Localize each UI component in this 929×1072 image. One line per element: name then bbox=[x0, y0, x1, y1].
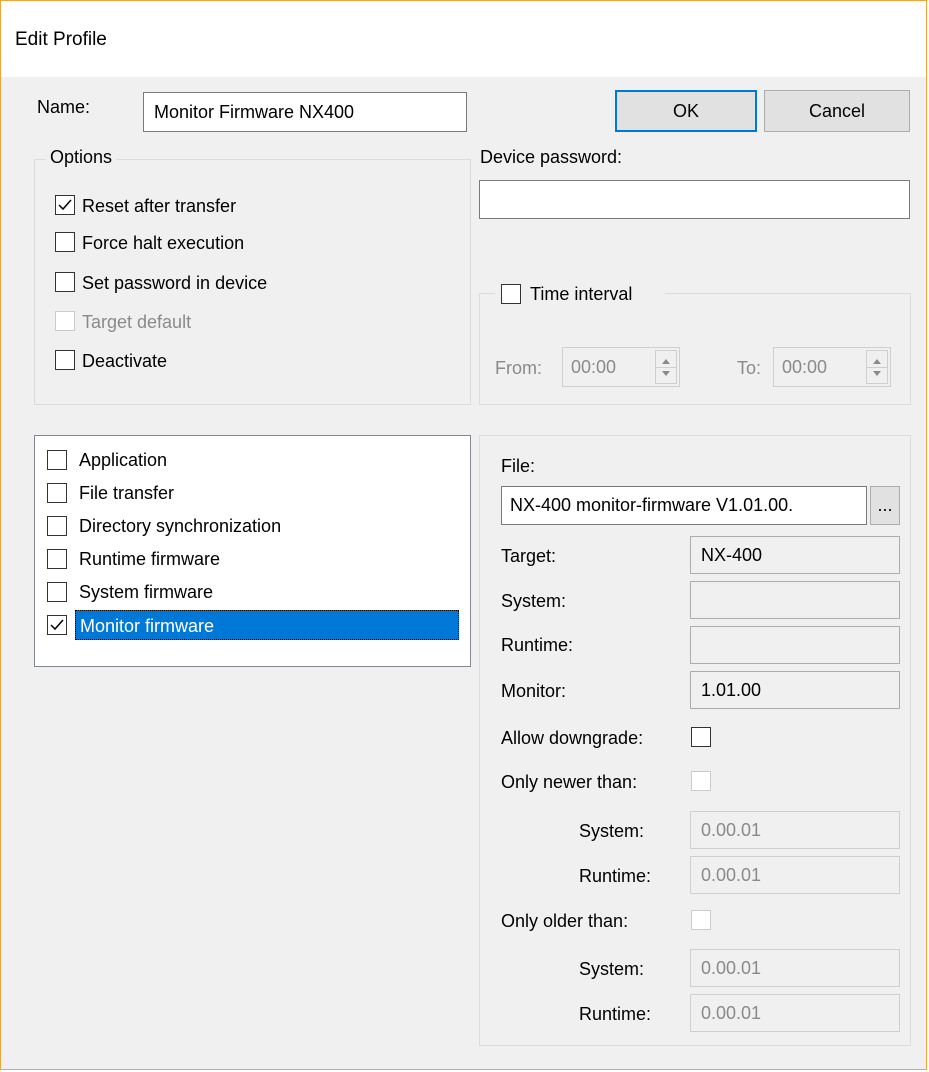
newer-system-label: System: bbox=[579, 821, 645, 841]
system-label: System: bbox=[501, 591, 567, 611]
older-runtime-label: Runtime: bbox=[579, 1004, 652, 1024]
list-item-label: Runtime firmware bbox=[79, 549, 221, 569]
list-item-label: Directory synchronization bbox=[79, 516, 282, 536]
title-bar: Edit Profile bbox=[1, 1, 926, 77]
system-field bbox=[690, 581, 900, 619]
from-label: From: bbox=[495, 358, 542, 378]
device-password-input[interactable] bbox=[479, 180, 910, 219]
to-spinner-arrows bbox=[866, 350, 888, 384]
force-halt-execution-label[interactable]: Force halt execution bbox=[82, 233, 244, 254]
spin-up-icon bbox=[662, 359, 670, 364]
set-password-in-device-checkbox[interactable] bbox=[55, 272, 75, 292]
runtime-label: Runtime: bbox=[501, 635, 574, 655]
to-time-spinner: 00:00 bbox=[773, 347, 891, 387]
spin-down-icon bbox=[662, 371, 670, 376]
list-item-label: File transfer bbox=[79, 483, 175, 503]
spin-up-icon bbox=[873, 359, 881, 364]
older-system-value: 0.00.01 bbox=[701, 957, 762, 978]
list-item-label: System firmware bbox=[79, 582, 214, 602]
older-system-field: 0.00.01 bbox=[690, 949, 900, 987]
reset-after-transfer-checkbox[interactable] bbox=[55, 195, 75, 215]
list-item-directory-synchronization[interactable]: Directory synchronization bbox=[35, 510, 470, 542]
spin-down-icon bbox=[873, 371, 881, 376]
only-older-than-label: Only older than: bbox=[501, 911, 629, 931]
deactivate-label[interactable]: Deactivate bbox=[82, 351, 167, 372]
older-system-label: System: bbox=[579, 959, 645, 979]
ok-button[interactable]: OK bbox=[615, 90, 757, 132]
deactivate-checkbox[interactable] bbox=[55, 350, 75, 370]
to-label: To: bbox=[737, 358, 762, 378]
directory-synchronization-checkbox[interactable] bbox=[47, 516, 67, 536]
target-default-checkbox bbox=[55, 311, 75, 331]
monitor-label: Monitor: bbox=[501, 681, 567, 701]
file-transfer-checkbox[interactable] bbox=[47, 483, 67, 503]
force-halt-execution-checkbox[interactable] bbox=[55, 232, 75, 252]
name-input[interactable]: Monitor Firmware NX400 bbox=[143, 92, 467, 132]
newer-runtime-label: Runtime: bbox=[579, 866, 652, 886]
list-item-system-firmware[interactable]: System firmware bbox=[35, 576, 470, 608]
target-field: NX-400 bbox=[690, 536, 900, 574]
file-path-input[interactable]: NX-400 monitor-firmware V1.01.00. bbox=[501, 486, 867, 525]
reset-after-transfer-label[interactable]: Reset after transfer bbox=[82, 196, 236, 217]
file-label: File: bbox=[501, 456, 536, 476]
list-item-monitor-firmware[interactable]: Monitor firmware bbox=[35, 610, 470, 642]
target-value: NX-400 bbox=[701, 544, 763, 565]
list-item-application[interactable]: Application bbox=[35, 444, 470, 476]
target-label: Target: bbox=[501, 546, 557, 566]
runtime-firmware-checkbox[interactable] bbox=[47, 549, 67, 569]
time-interval-label[interactable]: Time interval bbox=[530, 284, 632, 305]
allow-downgrade-checkbox[interactable] bbox=[691, 727, 711, 747]
from-spinner-arrows bbox=[655, 350, 677, 384]
cancel-button[interactable]: Cancel bbox=[764, 90, 910, 132]
from-time-spinner: 00:00 bbox=[562, 347, 680, 387]
options-group-title: Options bbox=[46, 147, 117, 168]
edit-profile-dialog: Edit Profile Name: Monitor Firmware NX40… bbox=[0, 0, 927, 1070]
newer-runtime-field: 0.00.01 bbox=[690, 856, 900, 894]
from-time-value: 00:00 bbox=[571, 357, 617, 377]
only-newer-than-label: Only newer than: bbox=[501, 772, 638, 792]
newer-system-value: 0.00.01 bbox=[701, 819, 762, 840]
target-default-label: Target default bbox=[82, 312, 192, 332]
monitor-firmware-checkbox[interactable] bbox=[47, 615, 67, 635]
older-runtime-field: 0.00.01 bbox=[690, 994, 900, 1032]
browse-button[interactable]: ... bbox=[870, 486, 900, 525]
list-item-runtime-firmware[interactable]: Runtime firmware bbox=[35, 543, 470, 575]
file-path-value: NX-400 monitor-firmware V1.01.00. bbox=[510, 495, 794, 515]
application-checkbox[interactable] bbox=[47, 450, 67, 470]
checkmark-icon bbox=[50, 619, 64, 631]
monitor-value: 1.01.00 bbox=[701, 679, 762, 700]
checkmark-icon bbox=[58, 199, 72, 211]
list-item-label: Monitor firmware bbox=[75, 610, 459, 640]
list-item-label: Application bbox=[79, 450, 168, 470]
allow-downgrade-label: Allow downgrade: bbox=[501, 728, 644, 748]
device-password-label: Device password: bbox=[480, 147, 623, 167]
monitor-field: 1.01.00 bbox=[690, 671, 900, 709]
list-item-file-transfer[interactable]: File transfer bbox=[35, 477, 470, 509]
time-interval-checkbox[interactable] bbox=[501, 284, 521, 304]
transfer-type-list[interactable]: Application File transfer Directory sync… bbox=[34, 435, 471, 667]
newer-system-field: 0.00.01 bbox=[690, 811, 900, 849]
runtime-field bbox=[690, 626, 900, 664]
name-input-value: Monitor Firmware NX400 bbox=[154, 101, 355, 122]
window-title: Edit Profile bbox=[15, 29, 107, 50]
only-older-than-checkbox bbox=[691, 910, 711, 930]
set-password-in-device-label[interactable]: Set password in device bbox=[82, 273, 267, 294]
only-newer-than-checkbox bbox=[691, 771, 711, 791]
system-firmware-checkbox[interactable] bbox=[47, 582, 67, 602]
older-runtime-value: 0.00.01 bbox=[701, 1002, 762, 1023]
name-label: Name: bbox=[37, 97, 91, 117]
to-time-value: 00:00 bbox=[782, 357, 828, 377]
newer-runtime-value: 0.00.01 bbox=[701, 864, 762, 885]
